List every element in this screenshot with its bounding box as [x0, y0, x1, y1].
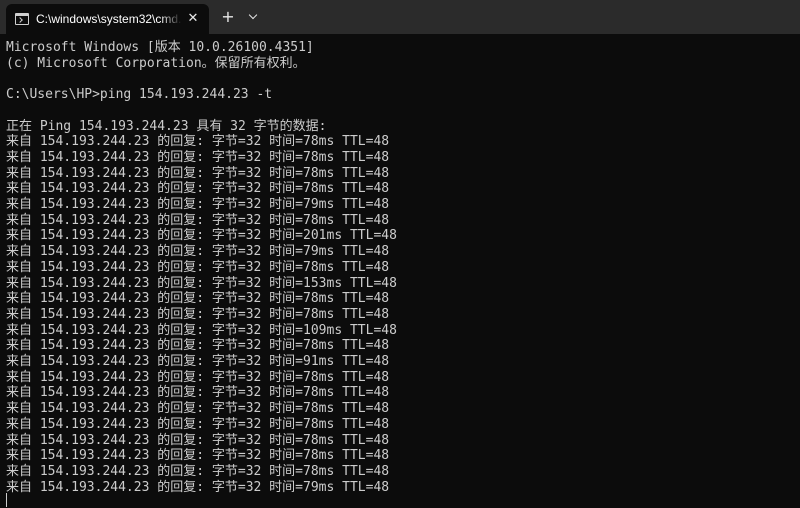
console-line: 来自 154.193.244.23 的回复: 字节=32 时间=201ms TT… — [6, 228, 397, 244]
console-line: 来自 154.193.244.23 的回复: 字节=32 时间=78ms TTL… — [6, 401, 390, 417]
tab-title: C:\windows\system32\cmd.exe — [36, 12, 182, 26]
console-line: 来自 154.193.244.23 的回复: 字节=32 时间=79ms TTL… — [6, 197, 390, 212]
console-line: 来自 154.193.244.23 的回复: 字节=32 时间=78ms TTL… — [6, 259, 390, 275]
terminal-icon — [15, 13, 29, 25]
console-line: 来自 154.193.244.23 的回复: 字节=32 时间=78ms TTL… — [6, 181, 390, 197]
console-line: 来自 154.193.244.23 的回复: 字节=32 时间=78ms TTL… — [6, 306, 390, 322]
console-line: 来自 154.193.244.23 的回复: 字节=32 时间=78ms TTL… — [6, 432, 390, 448]
close-tab-button[interactable]: ✕ — [185, 11, 201, 27]
console-line: 来自 154.193.244.23 的回复: 字节=32 时间=78ms TTL… — [6, 291, 390, 307]
console-line: 来自 154.193.244.23 的回复: 字节=32 时间=78ms TTL… — [6, 416, 390, 432]
console-line: 正在 Ping 154.193.244.23 具有 32 字节的数据: — [6, 118, 327, 134]
console-line: (c) Microsoft Corporation。保留所有权利。 — [6, 55, 306, 71]
console-line: C:\Users\HP>ping 154.193.244.23 -t — [6, 87, 273, 103]
console-line: 来自 154.193.244.23 的回复: 字节=32 时间=78ms TTL… — [6, 463, 390, 479]
text-cursor — [6, 493, 7, 507]
console-line: Microsoft Windows [版本 10.0.26100.4351] — [6, 40, 314, 55]
tab-dropdown-button[interactable] — [246, 8, 262, 26]
console-line: 来自 154.193.244.23 的回复: 字节=32 时间=78ms TTL… — [6, 448, 390, 464]
console-line: 来自 154.193.244.23 的回复: 字节=32 时间=78ms TTL… — [6, 149, 390, 165]
console-line: 来自 154.193.244.23 的回复: 字节=32 时间=78ms TTL… — [6, 385, 390, 401]
console-line: 来自 154.193.244.23 的回复: 字节=32 时间=109ms TT… — [6, 322, 397, 338]
console-line: 来自 154.193.244.23 的回复: 字节=32 时间=78ms TTL… — [6, 212, 390, 228]
console-line: 来自 154.193.244.23 的回复: 字节=32 时间=91ms TTL… — [6, 354, 390, 369]
console-line: 来自 154.193.244.23 的回复: 字节=32 时间=78ms TTL… — [6, 369, 390, 385]
console-line: 来自 154.193.244.23 的回复: 字节=32 时间=79ms TTL… — [6, 479, 390, 495]
console-line: 来自 154.193.244.23 的回复: 字节=32 时间=78ms TTL… — [6, 134, 390, 150]
console-line: 来自 154.193.244.23 的回复: 字节=32 时间=78ms TTL… — [6, 338, 390, 354]
console-line: 来自 154.193.244.23 的回复: 字节=32 时间=79ms TTL… — [6, 244, 390, 260]
chevron-down-icon — [248, 10, 258, 20]
tab-cmd[interactable]: C:\windows\system32\cmd.exe ✕ — [6, 4, 209, 34]
new-tab-button[interactable]: + — [219, 8, 237, 26]
console-line: 来自 154.193.244.23 的回复: 字节=32 时间=78ms TTL… — [6, 165, 390, 181]
console-line: 来自 154.193.244.23 的回复: 字节=32 时间=153ms TT… — [6, 275, 397, 291]
terminal-window: C:\windows\system32\cmd.exe ✕ + Microsof… — [0, 0, 800, 508]
title-bar: C:\windows\system32\cmd.exe ✕ + — [0, 0, 800, 34]
